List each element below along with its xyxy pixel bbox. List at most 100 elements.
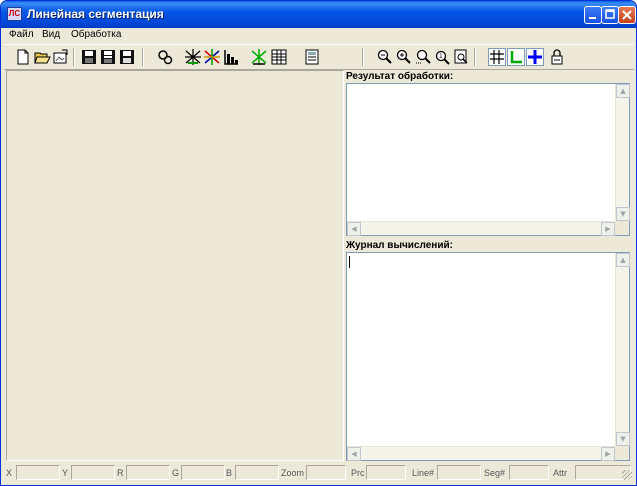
zoom-out-icon bbox=[377, 49, 392, 64]
scroll-right-icon[interactable]: ▶ bbox=[601, 447, 615, 461]
toolbar-separator bbox=[362, 48, 364, 66]
segment-icon bbox=[185, 49, 201, 65]
resize-grip-icon[interactable] bbox=[622, 470, 632, 480]
menu-processing[interactable]: Обработка bbox=[71, 29, 121, 40]
scrollbar-corner bbox=[615, 221, 629, 235]
zoom-in-icon bbox=[396, 49, 411, 64]
zoom-out-button[interactable] bbox=[376, 48, 394, 66]
minimize-button[interactable] bbox=[584, 6, 602, 24]
close-icon bbox=[622, 10, 632, 20]
zoom-region-button[interactable] bbox=[414, 48, 432, 66]
grid-toggle-button[interactable] bbox=[488, 48, 506, 66]
zoom-in-button[interactable] bbox=[395, 48, 413, 66]
scroll-down-icon[interactable]: ▼ bbox=[616, 432, 630, 446]
toolbar-separator bbox=[142, 48, 144, 66]
lock-button[interactable] bbox=[548, 48, 566, 66]
status-bar: X Y R G B Zoom Prc Line# Seg# Attr bbox=[4, 464, 634, 482]
segment-color-button[interactable] bbox=[203, 48, 221, 66]
lock-icon bbox=[551, 49, 563, 65]
lines-green-icon bbox=[251, 49, 267, 65]
open-image-button[interactable] bbox=[52, 48, 70, 66]
status-line-label: Line# bbox=[412, 468, 435, 478]
status-r-field bbox=[126, 465, 170, 480]
zoom-fit-icon: 1 bbox=[435, 50, 450, 65]
result-label: Результат обработки: bbox=[346, 71, 454, 82]
status-g-label: G bbox=[172, 468, 180, 478]
app-icon: ЛС bbox=[7, 7, 22, 21]
app-window: ЛС Линейная сегментация Файл Вид Обработ… bbox=[0, 0, 637, 486]
status-x-label: X bbox=[6, 468, 13, 478]
status-attr-label: Attr bbox=[553, 468, 568, 478]
segment-button[interactable] bbox=[184, 48, 202, 66]
result-vertical-scrollbar[interactable]: ▲ ▼ bbox=[615, 84, 630, 221]
log-horizontal-scrollbar[interactable]: ◀ ▶ bbox=[347, 446, 615, 461]
table-icon bbox=[271, 49, 287, 65]
status-r-label: R bbox=[117, 468, 124, 478]
status-b-field bbox=[235, 465, 279, 480]
status-zoom-field bbox=[306, 465, 346, 480]
lines-green-button[interactable] bbox=[250, 48, 268, 66]
zoom-fit-button[interactable]: 1 bbox=[433, 48, 451, 66]
save-icon bbox=[82, 50, 96, 64]
result-textbox[interactable]: ▲ ▼ ◀ ▶ bbox=[346, 83, 630, 236]
menu-view[interactable]: Вид bbox=[42, 29, 60, 40]
save-as-icon bbox=[120, 50, 134, 64]
status-b-label: B bbox=[226, 468, 233, 478]
save-all-icon bbox=[101, 50, 115, 64]
scroll-up-icon[interactable]: ▲ bbox=[616, 84, 630, 98]
new-document-icon bbox=[17, 49, 29, 65]
title-bar[interactable]: ЛС Линейная сегментация bbox=[1, 1, 636, 28]
new-document-button[interactable] bbox=[14, 48, 32, 66]
maximize-button[interactable] bbox=[601, 6, 619, 24]
log-textbox[interactable]: ▲ ▼ ◀ ▶ bbox=[346, 252, 630, 461]
menu-bar: Файл Вид Обработка bbox=[4, 28, 634, 44]
log-label: Журнал вычислений: bbox=[346, 240, 453, 251]
table-button[interactable] bbox=[270, 48, 288, 66]
crosshair-toggle-button[interactable] bbox=[526, 48, 544, 66]
zoom-region-icon bbox=[416, 49, 431, 64]
segment-color-icon bbox=[204, 49, 220, 65]
log-vertical-scrollbar[interactable]: ▲ ▼ bbox=[615, 253, 630, 446]
save-button[interactable] bbox=[80, 48, 98, 66]
status-prc-field bbox=[366, 465, 406, 480]
menu-file[interactable]: Файл bbox=[9, 29, 34, 40]
svg-text:1: 1 bbox=[439, 53, 443, 60]
status-seg-label: Seg# bbox=[484, 468, 506, 478]
histogram-icon bbox=[224, 50, 238, 65]
image-canvas[interactable] bbox=[6, 70, 344, 461]
status-y-field bbox=[71, 465, 115, 480]
scroll-left-icon[interactable]: ◀ bbox=[347, 222, 361, 236]
scroll-right-icon[interactable]: ▶ bbox=[601, 222, 615, 236]
process-button[interactable] bbox=[156, 48, 174, 66]
scroll-down-icon[interactable]: ▼ bbox=[616, 207, 630, 221]
open-folder-button[interactable] bbox=[33, 48, 51, 66]
axes-toggle-button[interactable] bbox=[507, 48, 525, 66]
status-seg-field bbox=[509, 465, 549, 480]
calculator-button[interactable] bbox=[303, 48, 321, 66]
window-title: Линейная сегментация bbox=[27, 7, 164, 21]
status-y-label: Y bbox=[62, 468, 69, 478]
calculator-icon bbox=[305, 49, 319, 65]
scroll-up-icon[interactable]: ▲ bbox=[616, 253, 630, 267]
minimize-icon bbox=[589, 17, 596, 19]
histogram-button[interactable] bbox=[222, 48, 240, 66]
status-prc-label: Prc bbox=[351, 468, 365, 478]
result-horizontal-scrollbar[interactable]: ◀ ▶ bbox=[347, 221, 615, 236]
status-x-field bbox=[16, 465, 60, 480]
grid-icon bbox=[490, 50, 504, 64]
axes-icon bbox=[510, 51, 522, 64]
text-caret bbox=[349, 256, 350, 268]
status-g-field bbox=[181, 465, 225, 480]
toolbar-separator bbox=[73, 48, 75, 66]
open-image-icon bbox=[53, 49, 68, 64]
save-all-button[interactable] bbox=[99, 48, 117, 66]
toolbar-separator bbox=[474, 48, 476, 66]
zoom-page-button[interactable] bbox=[452, 48, 470, 66]
crosshair-icon bbox=[528, 50, 542, 64]
close-button[interactable] bbox=[618, 6, 636, 24]
scroll-left-icon[interactable]: ◀ bbox=[347, 447, 361, 461]
save-as-button[interactable] bbox=[118, 48, 136, 66]
process-icon bbox=[158, 50, 173, 65]
maximize-icon bbox=[605, 9, 615, 19]
toolbar: 1 bbox=[4, 44, 634, 70]
